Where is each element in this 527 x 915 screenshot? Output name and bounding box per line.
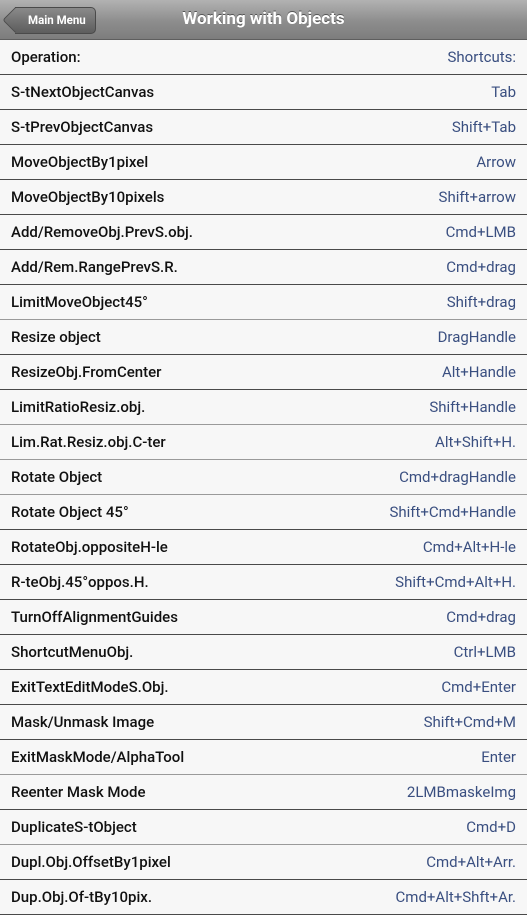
table-row[interactable]: Rotate Object 45° Shift+Cmd+Handle [0,495,527,530]
shortcut-cell: 2LMBmaskeImg [406,783,516,801]
operation-cell: Lim.Rat.Resiz.obj.C-ter [11,433,166,451]
shortcut-cell: Cmd+drag [446,258,516,276]
operation-cell: ExitTextEditModeS.Obj. [11,678,169,696]
shortcut-cell: Arrow [476,153,516,171]
shortcuts-table: Operation: Shortcuts: S-tNextObjectCanva… [0,40,527,915]
operation-cell: MoveObjectBy1pixel [11,153,149,171]
table-row[interactable]: Add/Rem.RangePrevS.R. Cmd+drag [0,250,527,285]
shortcut-cell: Shift+Cmd+Handle [389,503,516,521]
shortcut-cell: Shift+Tab [451,118,516,136]
operation-cell: LimitMoveObject45° [11,293,148,311]
operation-cell: R-teObj.45°oppos.H. [11,573,149,591]
table-row[interactable]: LimitMoveObject45° Shift+drag [0,285,527,320]
operation-cell: Add/RemoveObj.PrevS.obj. [11,223,193,241]
shortcut-cell: Shift+Handle [429,398,516,416]
page-title: Working with Objects [182,9,345,29]
shortcut-cell: Shift+Cmd+Alt+H. [395,573,516,591]
table-row[interactable]: ExitTextEditModeS.Obj. Cmd+Enter [0,670,527,705]
operation-cell: DuplicateS-tObject [11,818,137,836]
table-row[interactable]: Resize object DragHandle [0,320,527,355]
operation-cell: Resize object [11,328,101,346]
shortcut-cell: Shift+Cmd+M [423,713,516,731]
table-row[interactable]: S-tNextObjectCanvas Tab [0,75,527,110]
table-row[interactable]: TurnOffAlignmentGuides Cmd+drag [0,600,527,635]
shortcut-cell: Tab [491,83,516,101]
table-row[interactable]: ResizeObj.FromCenter Alt+Handle [0,355,527,390]
operation-cell: Dupl.Obj.OffsetBy1pixel [11,853,171,871]
table-row[interactable]: RotateObj.oppositeH-le Cmd+Alt+H-le [0,530,527,565]
table-row[interactable]: Dupl.Obj.OffsetBy1pixel Cmd+Alt+Arr. [0,845,527,880]
operation-cell: Reenter Mask Mode [11,783,146,801]
table-row[interactable]: MoveObjectBy1pixel Arrow [0,145,527,180]
shortcut-cell: Alt+Shift+H. [435,433,516,451]
shortcut-cell: Cmd+dragHandle [399,468,516,486]
shortcut-cell: Enter [481,748,516,766]
table-row[interactable]: Rotate Object Cmd+dragHandle [0,460,527,495]
shortcut-cell: Cmd+D [466,818,516,836]
table-row[interactable]: ExitMaskMode/AlphaTool Enter [0,740,527,775]
shortcut-cell: Ctrl+LMB [453,643,516,661]
shortcut-column-header: Shortcuts: [447,48,516,66]
shortcut-cell: Cmd+LMB [445,223,516,241]
operation-cell: Rotate Object [11,468,103,486]
operation-cell: Rotate Object 45° [11,503,129,521]
operation-cell: Dup.Obj.Of-tBy10pix. [11,888,152,906]
table-row[interactable]: Reenter Mask Mode 2LMBmaskeImg [0,775,527,810]
shortcut-cell: Cmd+Alt+Arr. [426,853,516,871]
table-row[interactable]: MoveObjectBy10pixels Shift+arrow [0,180,527,215]
operation-cell: S-tPrevObjectCanvas [11,118,154,136]
table-row[interactable]: Dup.Obj.Of-tBy10pix. Cmd+Alt+Shft+Ar. [0,880,527,915]
navigation-bar: Main Menu Working with Objects [0,0,527,40]
shortcut-cell: Shift+arrow [438,188,516,206]
operation-cell: LimitRatioResiz.obj. [11,398,146,416]
operation-cell: Mask/Unmask Image [11,713,155,731]
table-row[interactable]: R-teObj.45°oppos.H. Shift+Cmd+Alt+H. [0,565,527,600]
operation-cell: S-tNextObjectCanvas [11,83,155,101]
table-row[interactable]: Lim.Rat.Resiz.obj.C-ter Alt+Shift+H. [0,425,527,460]
table-row[interactable]: LimitRatioResiz.obj. Shift+Handle [0,390,527,425]
operation-cell: Add/Rem.RangePrevS.R. [11,258,178,276]
shortcut-cell: Shift+drag [446,293,516,311]
shortcut-cell: Cmd+Enter [441,678,516,696]
operation-cell: RotateObj.oppositeH-le [11,538,168,556]
shortcut-cell: Alt+Handle [441,363,516,381]
table-row[interactable]: Mask/Unmask Image Shift+Cmd+M [0,705,527,740]
operation-cell: MoveObjectBy10pixels [11,188,165,206]
operation-cell: ExitMaskMode/AlphaTool [11,748,185,766]
table-header-row: Operation: Shortcuts: [0,40,527,75]
shortcut-cell: DragHandle [437,328,516,346]
table-row[interactable]: S-tPrevObjectCanvas Shift+Tab [0,110,527,145]
operation-cell: ShortcutMenuObj. [11,643,134,661]
operation-column-header: Operation: [11,48,81,66]
shortcut-cell: Cmd+Alt+H-le [422,538,516,556]
operation-cell: ResizeObj.FromCenter [11,363,162,381]
operation-cell: TurnOffAlignmentGuides [11,608,178,626]
table-row[interactable]: ShortcutMenuObj. Ctrl+LMB [0,635,527,670]
shortcut-cell: Cmd+Alt+Shft+Ar. [395,888,516,906]
shortcut-cell: Cmd+drag [446,608,516,626]
table-row[interactable]: Add/RemoveObj.PrevS.obj. Cmd+LMB [0,215,527,250]
table-row[interactable]: DuplicateS-tObject Cmd+D [0,810,527,845]
